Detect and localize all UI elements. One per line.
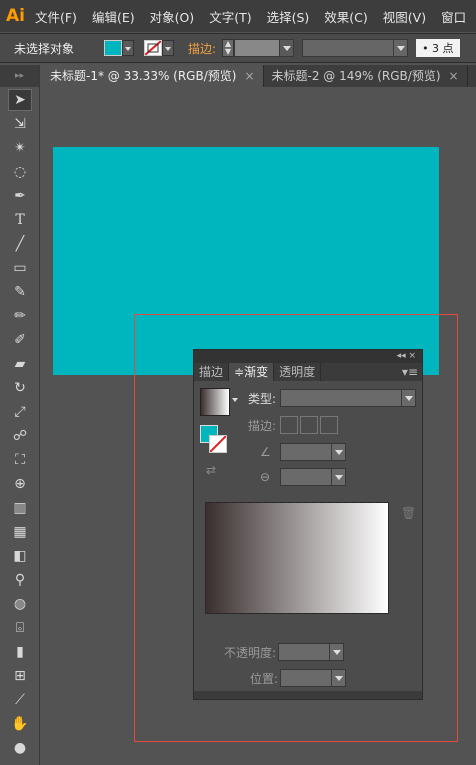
type-tool-icon[interactable]: T bbox=[8, 209, 32, 231]
menu-view[interactable]: 视图(V) bbox=[383, 7, 426, 26]
menu-file[interactable]: 文件(F) bbox=[35, 7, 77, 26]
perspective-tool-icon[interactable]: ▥ bbox=[8, 497, 32, 519]
selection-status: 未选择对象 bbox=[14, 41, 75, 56]
stroke-within-icon[interactable] bbox=[280, 416, 299, 434]
gradient-slider[interactable] bbox=[205, 502, 389, 614]
line-tool-icon[interactable]: ╱ bbox=[8, 233, 32, 255]
gradient-type-dropdown[interactable] bbox=[280, 389, 417, 407]
rotate-tool-icon[interactable]: ↻ bbox=[8, 377, 32, 399]
warp-tool-icon[interactable]: ☍ bbox=[8, 425, 32, 447]
stroke-weight-stepper[interactable]: ▲ ▼ bbox=[222, 39, 235, 57]
graph-tool-icon[interactable]: ▮ bbox=[8, 641, 32, 663]
main-menu: 文件(F) 编辑(E) 对象(O) 文字(T) 选择(S) 效果(C) 视图(V… bbox=[35, 7, 476, 26]
tab-document-1[interactable]: 未标题-1* @ 33.33% (RGB/预览) × bbox=[42, 65, 264, 87]
tab-label: 未标题-1* @ 33.33% (RGB/预览) bbox=[50, 69, 237, 83]
menu-window[interactable]: 窗口 bbox=[441, 7, 466, 26]
control-bar: 未选择对象 描边: ▲ ▼ • 3 点 bbox=[0, 33, 476, 63]
aspect-ratio-field[interactable] bbox=[280, 468, 346, 486]
opacity-label: 不透明度: bbox=[224, 645, 277, 660]
hand-tool-icon[interactable]: ✋ bbox=[8, 713, 32, 735]
pencil-tool-icon[interactable]: ✏ bbox=[8, 305, 32, 327]
type-label: 类型: bbox=[248, 391, 277, 406]
trash-icon[interactable]: 🗑 bbox=[401, 506, 416, 520]
angle-icon: ∠ bbox=[260, 445, 271, 459]
menu-effect[interactable]: 效果(C) bbox=[324, 7, 367, 26]
artboard-tool-icon[interactable]: ⊞ bbox=[8, 665, 32, 687]
eraser-tool-icon[interactable]: ▰ bbox=[8, 353, 32, 375]
tab-label: 未标题-2 @ 149% (RGB/预览) bbox=[271, 69, 441, 83]
pen-tool-icon[interactable]: ✒ bbox=[8, 185, 32, 207]
stroke-label: 描边: bbox=[188, 41, 217, 56]
scale-tool-icon[interactable]: ⤢ bbox=[8, 401, 32, 423]
document-tabs: 未标题-1* @ 33.33% (RGB/预览) × 未标题-2 @ 149% (… bbox=[42, 65, 476, 87]
menu-select[interactable]: 选择(S) bbox=[267, 7, 310, 26]
stroke-none-icon[interactable] bbox=[209, 435, 227, 453]
aspect-ratio-icon: ⊖ bbox=[260, 470, 271, 484]
tab-gradient[interactable]: ≑渐变 bbox=[229, 363, 275, 381]
fill-dropdown[interactable] bbox=[122, 40, 135, 56]
app-logo: Ai bbox=[6, 6, 25, 26]
blend-tool-icon[interactable]: ◍ bbox=[8, 593, 32, 615]
menu-edit[interactable]: 编辑(E) bbox=[92, 7, 135, 26]
selection-tool-icon[interactable]: ➤ bbox=[8, 89, 32, 111]
position-field[interactable] bbox=[280, 669, 347, 687]
tab-transparency[interactable]: 透明度 bbox=[274, 363, 322, 381]
brush-definition-field[interactable]: • 3 点 bbox=[416, 39, 460, 57]
direct-selection-tool-icon[interactable]: ⇲ bbox=[8, 113, 32, 135]
tab-stroke[interactable]: 描边 bbox=[194, 363, 230, 381]
gradient-presets-arrow-icon[interactable] bbox=[232, 398, 238, 402]
symbol-sprayer-tool-icon[interactable]: ⌻ bbox=[8, 617, 32, 639]
lasso-tool-icon[interactable]: ◌ bbox=[8, 161, 32, 183]
eyedropper-tool-icon[interactable]: ⚲ bbox=[8, 569, 32, 591]
stroke-swatch[interactable] bbox=[144, 40, 163, 56]
reverse-gradient-icon[interactable]: ⇄ bbox=[206, 463, 216, 477]
stroke-label: 描边: bbox=[248, 418, 277, 433]
zoom-tool-icon[interactable]: ● bbox=[8, 737, 32, 759]
panel-grip-icon[interactable]: ▸▸ bbox=[0, 65, 39, 87]
none-stroke-icon bbox=[209, 435, 227, 453]
shape-builder-tool-icon[interactable]: ⊕ bbox=[8, 473, 32, 495]
slice-tool-icon[interactable]: ⟋ bbox=[8, 689, 32, 711]
stroke-dropdown[interactable] bbox=[162, 40, 175, 56]
blob-brush-tool-icon[interactable]: ✐ bbox=[8, 329, 32, 351]
fill-swatch[interactable] bbox=[104, 40, 123, 56]
mesh-tool-icon[interactable]: ▦ bbox=[8, 521, 32, 543]
stroke-across-icon[interactable] bbox=[320, 416, 339, 434]
paintbrush-tool-icon[interactable]: ✎ bbox=[8, 281, 32, 303]
opacity-field[interactable] bbox=[278, 643, 345, 661]
tools-panel: ▸▸ ➤ ⇲ ✴ ◌ ✒ T ╱ ▭ ✎ ✏ ✐ ▰ ↻ ⤢ ☍ ⛶ ⊕ ▥ ▦… bbox=[0, 65, 40, 765]
stroke-along-icon[interactable] bbox=[300, 416, 319, 434]
angle-field[interactable] bbox=[280, 443, 346, 461]
stroke-weight-field[interactable] bbox=[234, 39, 295, 57]
gradient-tool-icon[interactable]: ◧ bbox=[8, 545, 32, 567]
menu-bar: Ai 文件(F) 编辑(E) 对象(O) 文字(T) 选择(S) 效果(C) 视… bbox=[0, 0, 476, 32]
none-stroke-icon bbox=[145, 41, 162, 55]
magic-wand-tool-icon[interactable]: ✴ bbox=[8, 137, 32, 159]
panel-resize-handle[interactable] bbox=[194, 691, 422, 699]
gradient-thumbnail[interactable] bbox=[200, 388, 230, 416]
rectangle-tool-icon[interactable]: ▭ bbox=[8, 257, 32, 279]
position-label: 位置: bbox=[250, 671, 279, 686]
tab-document-2[interactable]: 未标题-2 @ 149% (RGB/预览) × bbox=[264, 65, 468, 87]
menu-object[interactable]: 对象(O) bbox=[150, 7, 195, 26]
close-icon[interactable]: × bbox=[244, 69, 254, 83]
close-icon[interactable]: × bbox=[449, 69, 459, 83]
gradient-panel: ◂◂ × 描边 ≑渐变 透明度 ▾≡ 类型: ⇄ 描边: ∠ ⊖ 🗑 不透明度:… bbox=[193, 349, 423, 700]
free-transform-tool-icon[interactable]: ⛶ bbox=[8, 449, 32, 471]
panel-menu-icon[interactable]: ▾≡ bbox=[402, 363, 422, 381]
panel-collapse-close[interactable]: ◂◂ × bbox=[194, 350, 422, 363]
menu-type[interactable]: 文字(T) bbox=[209, 7, 251, 26]
variable-width-dropdown[interactable] bbox=[302, 39, 409, 57]
panel-tabs: 描边 ≑渐变 透明度 ▾≡ bbox=[194, 363, 422, 381]
